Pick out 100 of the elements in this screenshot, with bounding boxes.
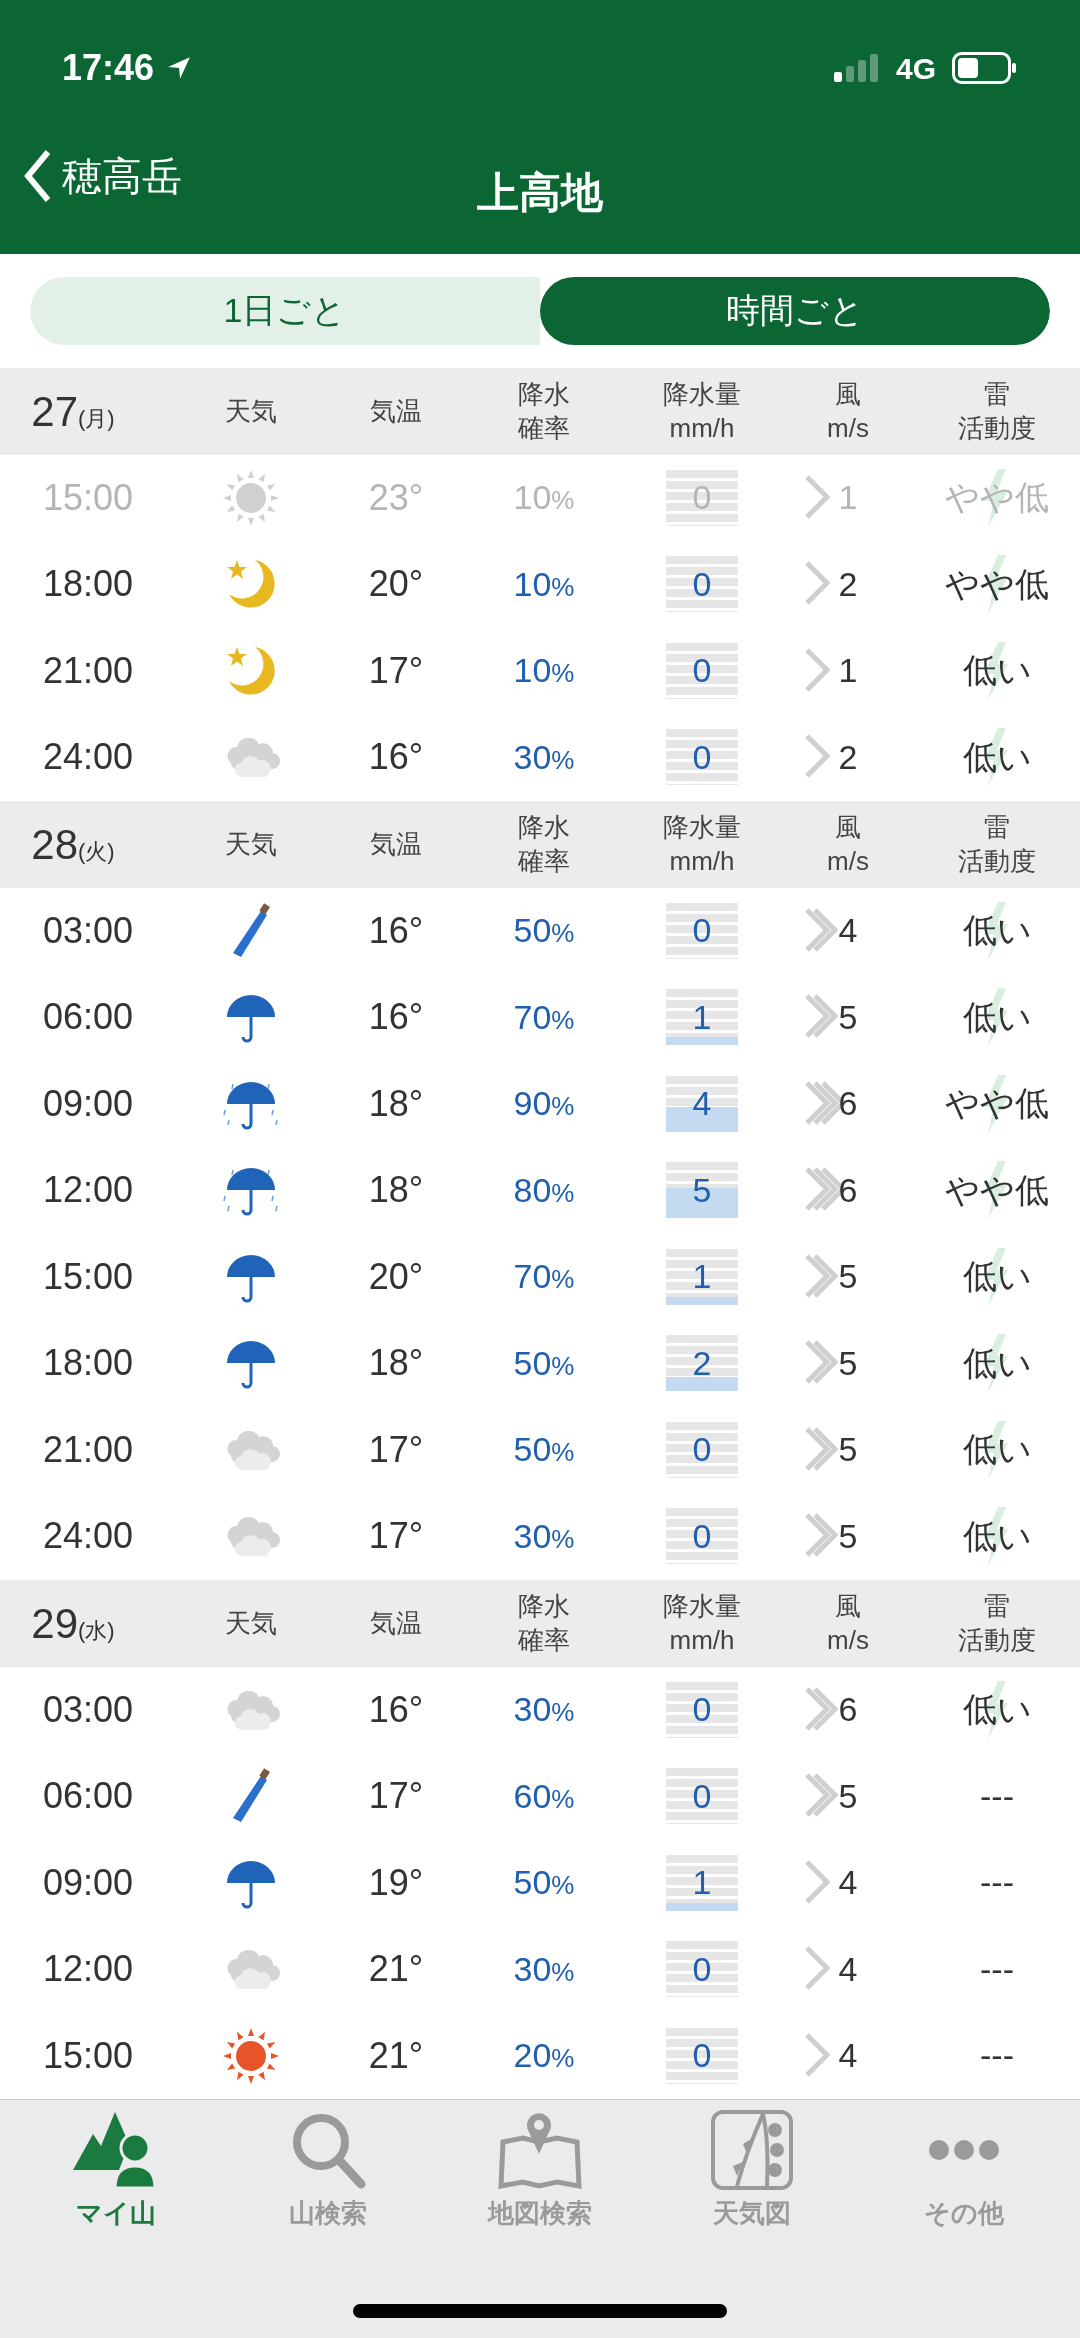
location-arrow-icon: [166, 55, 193, 81]
time: 18:00: [41, 1341, 135, 1386]
tab-bar-item[interactable]: マイ山: [16, 2110, 216, 2234]
precipitation-probability: 80%: [513, 1169, 575, 1211]
temperature: 18°: [367, 1081, 425, 1126]
precipitation-amount: 1: [692, 1862, 712, 1904]
temperature: 20°: [367, 562, 425, 607]
wind-speed: 2: [838, 563, 858, 605]
precipitation-amount: 2: [692, 1342, 712, 1384]
column-header: 降水: [518, 811, 570, 845]
column-header: m/s: [827, 845, 869, 879]
column-header: 降水: [518, 378, 570, 412]
column-header: mm/h: [669, 845, 735, 879]
column-header: 雷: [984, 811, 1010, 845]
time: 06:00: [41, 1774, 135, 1819]
time: 06:00: [41, 995, 135, 1040]
precipitation-probability: 50%: [513, 1862, 575, 1904]
column-header: 天気: [225, 395, 277, 429]
precipitation-amount: 0: [692, 1689, 712, 1731]
signal-icon: [833, 54, 880, 82]
segment-tab[interactable]: 時間ごと: [540, 276, 1050, 345]
day-weekday: (火): [78, 837, 115, 866]
column-header: 天気: [225, 1607, 277, 1641]
precipitation-amount: 0: [692, 910, 712, 952]
column-header: m/s: [827, 1624, 869, 1658]
thunder-activity: ---: [980, 1862, 1014, 1904]
thunder-activity: 低い: [962, 1256, 1032, 1298]
wind-speed: 4: [838, 1948, 858, 1990]
precipitation-amount: 0: [692, 477, 712, 519]
temperature: 17°: [367, 648, 425, 693]
time: 21:00: [41, 1427, 135, 1472]
column-header: 確率: [518, 845, 570, 879]
precipitation-probability: 70%: [513, 996, 575, 1038]
column-header: 風: [835, 378, 861, 412]
column-header: mm/h: [669, 1624, 735, 1658]
battery-icon: [952, 52, 1018, 84]
wind-speed: 1: [838, 477, 858, 519]
wind-chevron-icon: [804, 2030, 830, 2079]
wind-speed: 5: [838, 1775, 858, 1817]
wind-speed: 6: [838, 1169, 858, 1211]
tab-bar-item[interactable]: 天気図: [652, 2110, 852, 2234]
column-header: 雷: [984, 378, 1010, 412]
column-header: 風: [835, 1590, 861, 1624]
column-header: 雷: [984, 1590, 1010, 1624]
temperature: 18°: [367, 1341, 425, 1386]
precipitation-fill: [666, 1037, 738, 1046]
precipitation-probability: 50%: [513, 1342, 575, 1384]
column-header: 活動度: [958, 845, 1036, 879]
precipitation-amount: 0: [692, 650, 712, 692]
precipitation-probability: 20%: [513, 2035, 575, 2077]
temperature: 21°: [367, 2033, 425, 2078]
status-time: 17:46: [62, 46, 155, 90]
wind-speed: 6: [838, 1083, 858, 1125]
column-header: m/s: [827, 412, 869, 446]
precipitation-probability: 70%: [513, 1256, 575, 1298]
time: 12:00: [41, 1168, 135, 1213]
time: 09:00: [41, 1081, 135, 1126]
back-button[interactable]: 穂高岳: [22, 146, 182, 206]
column-header: 活動度: [958, 412, 1036, 446]
precipitation-amount: 0: [692, 2035, 712, 2077]
thunder-activity: やや低: [945, 1083, 1049, 1125]
thunder-activity: 低い: [962, 910, 1032, 952]
time: 21:00: [41, 648, 135, 693]
thunder-activity: やや低: [945, 563, 1049, 605]
precipitation-probability: 10%: [513, 563, 575, 605]
precipitation-probability: 50%: [513, 910, 575, 952]
more-icon: [927, 2138, 1001, 2163]
wind-speed: 4: [838, 910, 858, 952]
column-header: 活動度: [958, 1624, 1036, 1658]
thunder-activity: ---: [980, 1948, 1014, 1990]
segment-tab[interactable]: 1日ごと: [30, 276, 540, 345]
temperature: 23°: [367, 475, 425, 520]
day-date: 29: [31, 1598, 79, 1649]
column-header: 降水量: [663, 811, 741, 845]
precipitation-probability: 60%: [513, 1775, 575, 1817]
tab-bar-item[interactable]: 山検索: [228, 2110, 428, 2234]
thunder-activity: ---: [980, 1775, 1014, 1817]
temperature: 20°: [367, 1254, 425, 1299]
time: 24:00: [41, 1514, 135, 1559]
time: 03:00: [41, 908, 135, 953]
day-date: 28: [31, 819, 79, 870]
network-type: 4G: [895, 50, 936, 87]
precipitation-amount: 1: [692, 1256, 712, 1298]
thunder-activity: ---: [980, 2035, 1014, 2077]
precipitation-fill: [666, 1296, 738, 1305]
tab-bar-item[interactable]: 地図検索: [440, 2110, 640, 2234]
wind-speed: 2: [838, 736, 858, 778]
thunder-activity: 低い: [962, 736, 1032, 778]
wind-speed: 6: [838, 1689, 858, 1731]
thunder-activity: 低い: [962, 1429, 1032, 1471]
tab-bar-item[interactable]: その他: [864, 2110, 1064, 2234]
wind-speed: 5: [838, 996, 858, 1038]
column-header: 天気: [225, 828, 277, 862]
wind-chevron-icon: [804, 1684, 838, 1733]
time: 12:00: [41, 1947, 135, 1992]
precipitation-amount: 0: [692, 1948, 712, 1990]
day-date: 27: [31, 386, 79, 437]
wind-chevron-icon: [804, 1251, 838, 1300]
temperature: 16°: [367, 1687, 425, 1732]
precipitation-amount: 0: [692, 1775, 712, 1817]
